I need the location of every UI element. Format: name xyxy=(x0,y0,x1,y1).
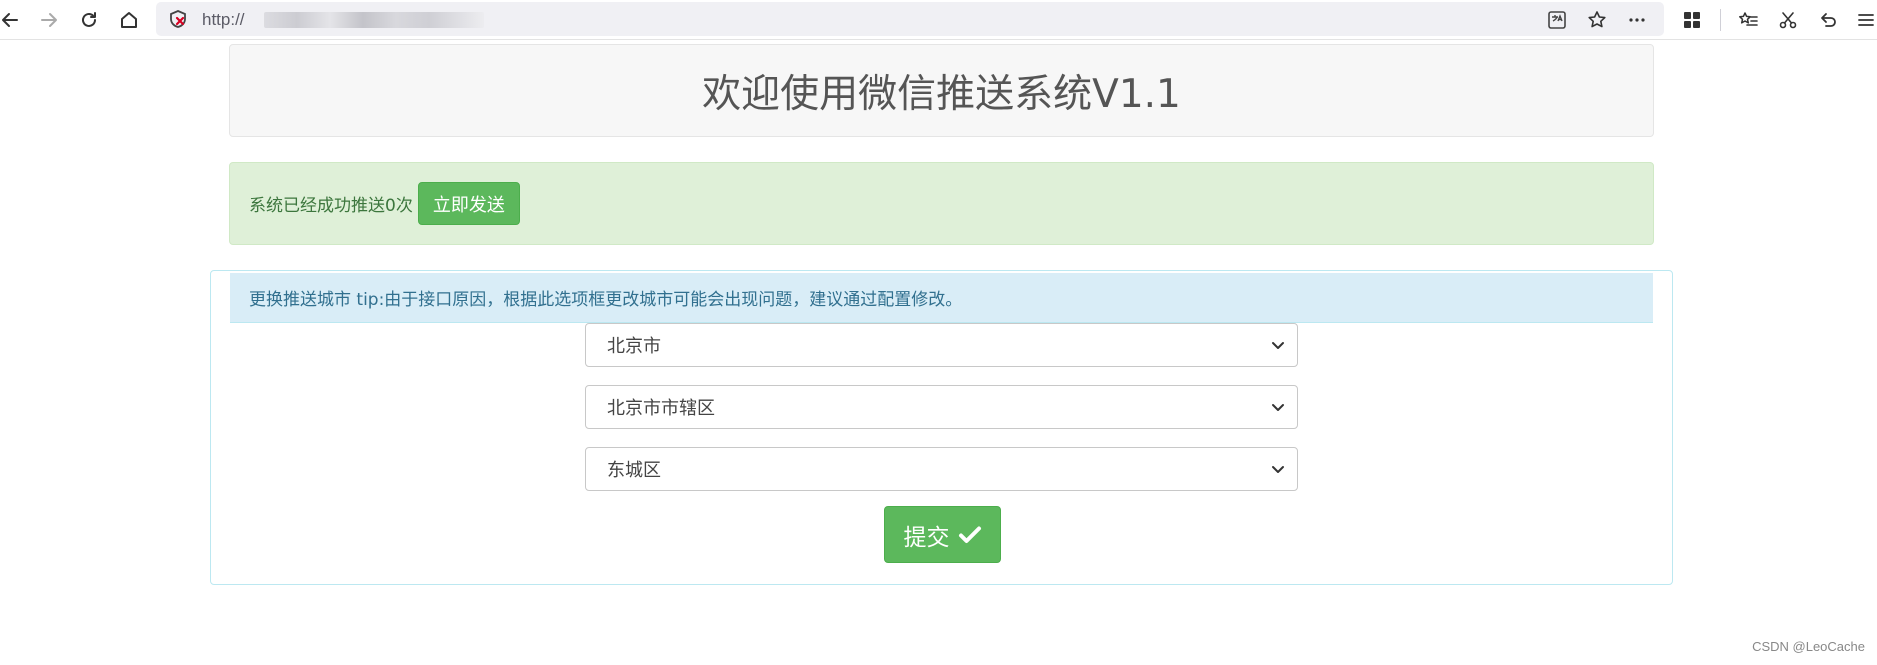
translate-icon[interactable] xyxy=(1544,7,1570,33)
screenshot-icon[interactable] xyxy=(1774,6,1802,34)
home-icon[interactable] xyxy=(115,6,143,34)
city-select[interactable]: 北京市市辖区 xyxy=(585,385,1298,429)
menu-icon[interactable] xyxy=(1852,6,1877,34)
chevron-down-icon xyxy=(1272,342,1284,349)
submit-label: 提交 xyxy=(903,524,950,551)
reload-icon[interactable] xyxy=(75,6,103,34)
star-icon[interactable] xyxy=(1584,7,1610,33)
favorites-icon[interactable] xyxy=(1734,6,1762,34)
undo-icon[interactable] xyxy=(1814,6,1842,34)
forward-icon[interactable] xyxy=(35,6,63,34)
address-bar[interactable]: http:// xyxy=(156,2,1664,36)
city-panel-heading: 更换推送城市 tip:由于接口原因，根据此选项框更改城市可能会出现问题，建议通过… xyxy=(230,273,1653,323)
city-panel: 更换推送城市 tip:由于接口原因，根据此选项框更改城市可能会出现问题，建议通过… xyxy=(210,270,1673,585)
browser-toolbar: http:// xyxy=(0,0,1877,40)
district-value: 东城区 xyxy=(607,460,661,481)
push-count-text: 系统已经成功推送0次 xyxy=(249,196,413,216)
district-select[interactable]: 东城区 xyxy=(585,447,1298,491)
url-redaction xyxy=(264,12,484,28)
push-status-alert: 系统已经成功推送0次 立即发送 xyxy=(229,162,1654,245)
shield-warning-icon[interactable] xyxy=(168,9,188,29)
watermark: CSDN @LeoCache xyxy=(1752,639,1865,654)
province-select[interactable]: 北京市 xyxy=(585,323,1298,367)
url-text: http:// xyxy=(202,10,245,29)
send-now-button[interactable]: 立即发送 xyxy=(417,182,520,225)
chevron-down-icon xyxy=(1272,466,1284,473)
chevron-down-icon xyxy=(1272,404,1284,411)
toolbar-divider xyxy=(1720,9,1721,31)
page-title: 欢迎使用微信推送系统V1.1 xyxy=(702,71,1181,117)
more-icon[interactable] xyxy=(1624,7,1650,33)
header-jumbotron: 欢迎使用微信推送系统V1.1 xyxy=(229,44,1654,137)
grid-icon[interactable] xyxy=(1678,6,1706,34)
city-panel-tip: 更换推送城市 tip:由于接口原因，根据此选项框更改城市可能会出现问题，建议通过… xyxy=(249,290,963,310)
submit-button[interactable]: 提交 xyxy=(884,506,1001,563)
back-icon[interactable] xyxy=(0,6,24,34)
city-value: 北京市市辖区 xyxy=(607,398,715,419)
check-icon xyxy=(958,526,981,543)
province-value: 北京市 xyxy=(607,336,661,357)
